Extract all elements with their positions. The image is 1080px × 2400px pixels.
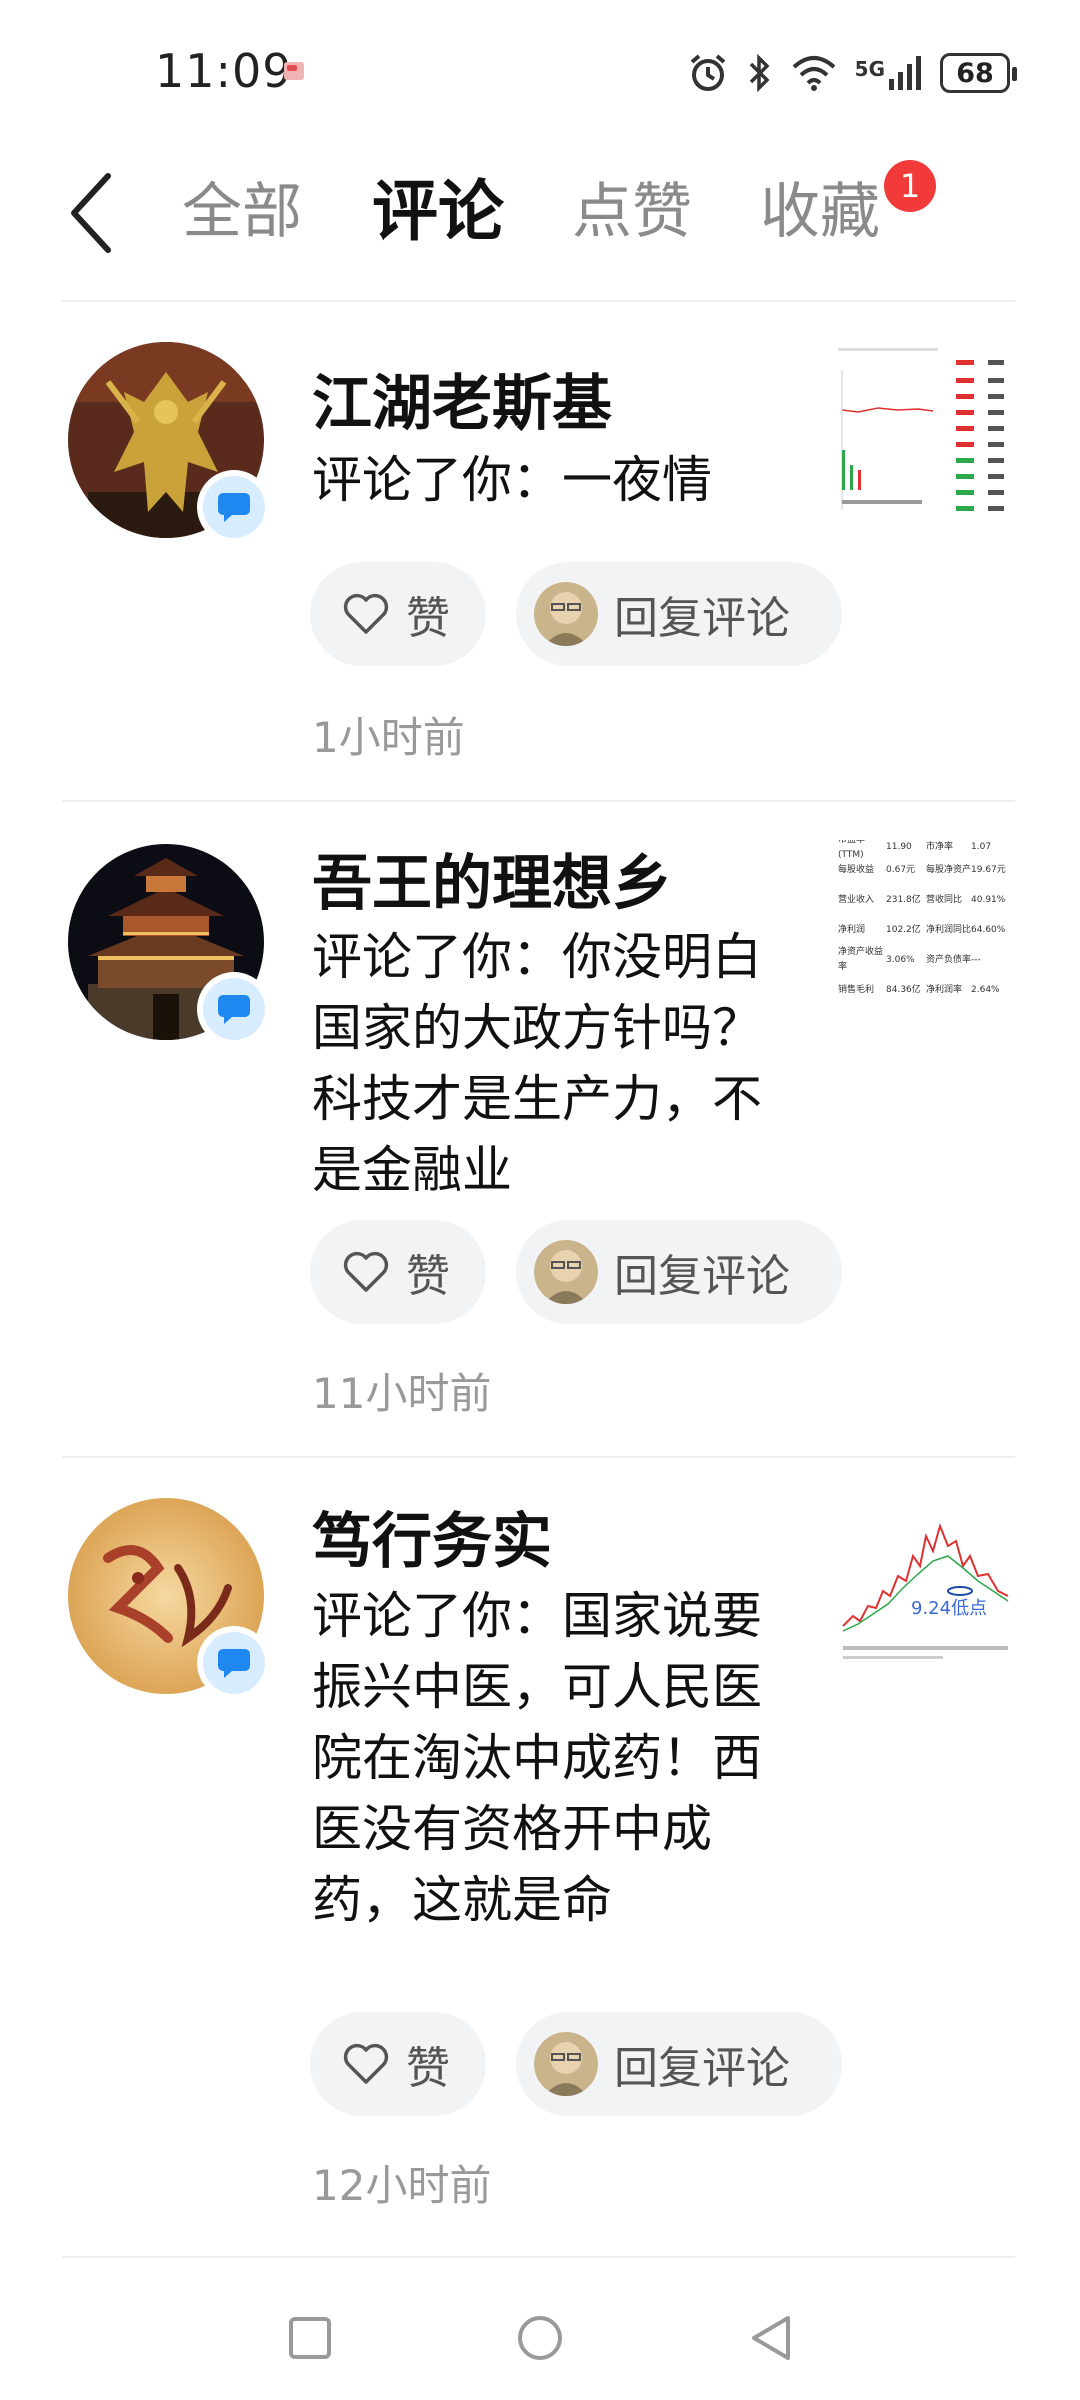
reply-comment-button[interactable]: 回复评论: [516, 562, 842, 666]
bluetooth-icon: [749, 53, 770, 93]
recents-icon[interactable]: [288, 2316, 332, 2360]
list-item[interactable]: 吾王的理想乡 评论了你：你没明白国家的大政方针吗？科技才是生产力，不是金融业 市…: [0, 800, 1080, 1460]
comment-type-badge: [197, 1626, 271, 1700]
comment-type-badge: [197, 470, 271, 544]
metric-value: 231.8亿: [886, 894, 921, 905]
comment-bubble-icon: [218, 493, 250, 522]
reply-label: 回复评论: [614, 593, 790, 644]
metric-value: 11.90: [886, 842, 912, 852]
metric-label: 净利润率: [926, 984, 963, 995]
metric-row: 净利润 102.2亿 净利润同比 64.60%: [838, 915, 1013, 945]
my-avatar: [534, 1240, 598, 1304]
battery-icon: 68: [940, 53, 1017, 93]
stock-metrics-table: 市盈率(TTM) 11.90 市净率 1.07 每股收益 0.67元 每股净资产…: [838, 840, 1013, 1005]
metric-value: 0.67元: [886, 864, 916, 875]
reply-label: 回复评论: [614, 1251, 790, 1302]
back-icon[interactable]: [748, 2314, 792, 2362]
metric-label: 营业收入: [838, 894, 875, 905]
battery-level: 68: [956, 57, 994, 89]
list-item[interactable]: 笃行务实 评论了你：国家说要振兴中医，可人民医院在淘汰中成药！西医没有资格开中成…: [0, 1456, 1080, 2256]
comment-bubble-icon: [218, 995, 250, 1024]
metric-row: 销售毛利 84.36亿 净利润率 2.64%: [838, 975, 1013, 1005]
metric-row: 营业收入 231.8亿 营收同比 40.91%: [838, 885, 1013, 915]
metric-row: 净资产收益率 3.06% 资产负债率 ---: [838, 945, 1013, 975]
like-button[interactable]: 赞: [310, 562, 486, 666]
metric-value: 64.60%: [971, 924, 1006, 935]
metric-value: 1.07: [971, 842, 992, 852]
post-thumbnail[interactable]: 9.24低点: [838, 1496, 1013, 1676]
metric-label: 营收同比: [926, 894, 963, 905]
my-avatar: [534, 582, 598, 646]
wifi-icon: [792, 56, 835, 91]
metric-value: 40.91%: [971, 894, 1006, 905]
metric-value: 19.67元: [971, 864, 1006, 875]
user-name[interactable]: 吾王的理想乡: [312, 848, 672, 920]
tab-favorites[interactable]: 收藏: [760, 172, 880, 252]
metric-label: 每股净资产: [926, 864, 972, 875]
metric-value: 3.06%: [886, 954, 915, 965]
my-avatar: [534, 2032, 598, 2096]
metric-row: 市盈率(TTM) 11.90 市净率 1.07: [838, 840, 1013, 860]
metric-label: 净利润同比: [926, 924, 972, 935]
home-icon[interactable]: [516, 2314, 564, 2362]
metric-label: 每股收益: [838, 864, 875, 875]
post-thumbnail[interactable]: 市盈率(TTM) 11.90 市净率 1.07 每股收益 0.67元 每股净资产…: [838, 840, 1013, 1020]
divider: [62, 2256, 1015, 2258]
favorites-badge: 1: [884, 160, 936, 212]
network-type: 5G: [854, 57, 885, 81]
status-time: 11:09: [155, 44, 293, 98]
metric-label: 净资产收益率: [838, 947, 884, 972]
metric-label: 销售毛利: [838, 984, 875, 995]
user-name[interactable]: 笃行务实: [312, 1506, 552, 1578]
heart-icon: [343, 1251, 389, 1292]
like-button[interactable]: 赞: [310, 2012, 486, 2116]
timestamp: 11小时前: [312, 1369, 492, 1418]
chart-low-label: 9.24低点: [911, 1598, 987, 1619]
tab-all[interactable]: 全部: [182, 172, 302, 252]
metric-value: 102.2亿: [886, 924, 921, 935]
comment-text: 评论了你：国家说要振兴中医，可人民医院在淘汰中成药！西医没有资格开中成药，这就是…: [312, 1587, 762, 1929]
comment-type-badge: [197, 972, 271, 1046]
like-label: 赞: [406, 1251, 450, 1302]
like-button[interactable]: 赞: [310, 1220, 486, 1324]
like-label: 赞: [406, 593, 450, 644]
heart-icon: [343, 2043, 389, 2084]
metric-label: 市盈率(TTM): [838, 840, 865, 860]
tab-comments[interactable]: 评论: [372, 172, 504, 252]
reply-label: 回复评论: [614, 2043, 790, 2094]
metric-value: 84.36亿: [886, 984, 921, 995]
metric-label: 市净率: [926, 842, 954, 852]
status-bar: 11:09 5G 68: [0, 0, 1080, 130]
metric-value: 2.64%: [971, 984, 1000, 995]
alarm-icon: [690, 54, 725, 91]
comment-text: 评论了你：一夜情: [312, 451, 712, 509]
list-item[interactable]: 江湖老斯基 评论了你：一夜情 赞 回复评论 1小时前: [0, 300, 1080, 800]
post-thumbnail[interactable]: [838, 340, 1013, 525]
heart-icon: [343, 593, 389, 634]
timestamp: 12小时前: [312, 2161, 492, 2210]
comment-bubble-icon: [218, 1649, 250, 1678]
timestamp: 1小时前: [312, 713, 465, 762]
signal-icon: 5G: [855, 55, 922, 91]
metric-value: ---: [971, 954, 981, 965]
user-name[interactable]: 江湖老斯基: [312, 368, 612, 440]
status-icons: 5G 68: [687, 48, 1017, 98]
top-nav: 全部 评论 点赞 收藏 1: [0, 150, 1080, 275]
system-nav-bar: [0, 2290, 1080, 2400]
notification-icon: [284, 62, 304, 80]
tab-likes[interactable]: 点赞: [572, 172, 692, 252]
like-label: 赞: [406, 2043, 450, 2094]
back-arrow-icon[interactable]: [62, 168, 122, 258]
reply-comment-button[interactable]: 回复评论: [516, 2012, 842, 2116]
metric-label: 资产负债率: [926, 954, 972, 965]
comment-text: 评论了你：你没明白国家的大政方针吗？科技才是生产力，不是金融业: [312, 928, 762, 1199]
reply-comment-button[interactable]: 回复评论: [516, 1220, 842, 1324]
metric-label: 净利润: [838, 924, 866, 935]
